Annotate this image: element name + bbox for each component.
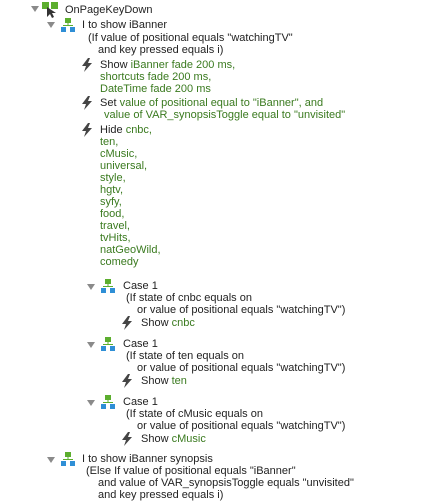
hide-item: cnbc, [125,124,152,136]
expand-toggle[interactable] [87,400,95,406]
action-target: value of positional equal to "iBanner", … [119,97,324,109]
subcase-condition: (If state of cMusic equals on [126,408,263,420]
action-lightning-icon [121,316,135,330]
action-target: DateTime fade 200 ms [100,83,211,95]
action-lightning-icon [121,432,135,446]
case-condition: and key pressed equals i) [98,44,224,56]
case-condition: (Else If value of positional equals "iBa… [86,465,296,477]
hide-item: syfy, [100,196,122,208]
hide-item: natGeoWild, [100,244,161,256]
action-lightning-icon [81,123,95,137]
subcase-condition: or value of positional equals "watchingT… [137,420,346,432]
hide-item: universal, [100,160,148,172]
action-target: shortcuts fade 200 ms, [100,71,212,83]
action-verb-label: Show [141,433,169,445]
action-target: cMusic [171,433,206,445]
hide-item: ten, [100,136,119,148]
hide-item: cMusic, [100,148,138,160]
case-title[interactable]: I to show iBanner [82,19,167,31]
hide-item: food, [100,208,125,220]
case-tree-icon [101,337,115,351]
action-target: ten [171,375,187,387]
action-hide-row[interactable]: Hide cnbc, [100,124,152,136]
case-tree-icon [101,395,115,409]
case-tree-icon [61,452,75,466]
subcase-condition: (If state of cnbc equals on [126,292,252,304]
case-tree-icon [61,18,75,32]
case-tree-icon [101,279,115,293]
subcase-action[interactable]: Show ten [141,375,187,387]
hide-item: style, [100,172,126,184]
action-target: cnbc [171,317,195,329]
hide-item: hgtv, [100,184,124,196]
expand-toggle[interactable] [47,457,55,463]
action-lightning-icon [121,374,135,388]
hide-item: tvHits, [100,232,131,244]
action-target: iBanner fade 200 ms, [130,59,236,71]
action-verb-label: Hide [100,124,123,136]
action-verb-label: Show [141,317,169,329]
event-label[interactable]: OnPageKeyDown [65,4,152,16]
case-title[interactable]: I to show iBanner synopsis [82,453,213,465]
subcase-title[interactable]: Case 1 [123,396,158,408]
expand-toggle[interactable] [87,342,95,348]
subcase-title[interactable]: Case 1 [123,338,158,350]
expand-toggle[interactable] [47,22,55,28]
action-set-row[interactable]: Set value of positional equal to "iBanne… [100,97,323,109]
subcase-condition: (If state of ten equals on [126,350,245,362]
action-verb-label: Set [100,97,117,109]
subcase-condition: or value of positional equals "watchingT… [137,362,346,374]
action-verb-label: Show [100,59,128,71]
subcase-action[interactable]: Show cMusic [141,433,206,445]
action-verb-label: Show [141,375,169,387]
subcase-action[interactable]: Show cnbc [141,317,195,329]
expand-toggle[interactable] [31,6,39,12]
action-lightning-icon [81,58,95,72]
hide-item: travel, [100,220,130,232]
case-condition: (If value of positional equals "watching… [88,32,293,44]
expand-toggle[interactable] [87,284,95,290]
action-lightning-icon [81,96,95,110]
subcase-condition: or value of positional equals "watchingT… [137,304,346,316]
hide-item: comedy [100,256,139,268]
event-cursor-icon [42,2,58,18]
action-target: value of VAR_synopsisToggle equal to "un… [104,109,346,121]
case-condition: and key pressed equals i) [98,489,224,501]
action-verb[interactable]: Show iBanner fade 200 ms, [100,59,235,71]
case-condition: and value of VAR_synopsisToggle equals "… [98,477,354,489]
subcase-title[interactable]: Case 1 [123,280,158,292]
